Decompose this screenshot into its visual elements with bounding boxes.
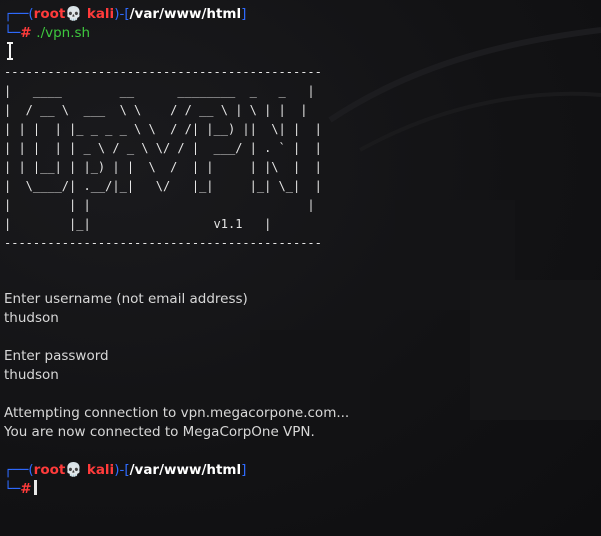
prompt-line-top: ┌──(root💀 kali)-[/var/www/html]: [4, 5, 246, 24]
prompt-frame: ┌──(: [4, 462, 34, 478]
prompt-hash: #: [20, 25, 37, 41]
prompt-path: /var/www/html: [129, 6, 242, 22]
password-prompt: Enter password: [4, 348, 109, 364]
terminal-cursor[interactable]: [33, 480, 37, 495]
banner-line: ----------------------------------------…: [4, 65, 322, 79]
connection-attempt-message: Attempting connection to vpn.megacorpone…: [4, 405, 350, 421]
prompt-frame: ]: [241, 462, 247, 478]
text-cursor-icon: [7, 42, 13, 60]
prompt-host: kali: [82, 6, 115, 22]
banner-line: | |_| v1.1 |: [4, 217, 272, 231]
banner-line: ----------------------------------------…: [4, 236, 322, 250]
prompt-hash: #: [20, 481, 32, 497]
prompt-frame: └─: [4, 481, 21, 497]
command-text: ./vpn.sh: [36, 25, 91, 41]
username-prompt: Enter username (not email address): [4, 291, 248, 307]
banner-line: | | | |: [4, 198, 315, 212]
prompt-frame: ┌──(: [4, 6, 34, 22]
prompt-frame: )-[: [114, 6, 130, 22]
banner-line: | | | | | _ \ / _ \ \/ / | ___/ | . ` | …: [4, 141, 322, 155]
password-value: thudson: [4, 367, 59, 383]
prompt-frame: ]: [241, 6, 247, 22]
prompt-frame: )-[: [114, 462, 130, 478]
banner-line: | / __ \ ___ \ \ / / __ \ | \ | | |: [4, 103, 308, 117]
skull-icon: 💀: [65, 6, 83, 22]
prompt-line-bottom: └─# ./vpn.sh: [4, 24, 90, 43]
banner-line: | ____ __ ________ _ _ |: [4, 84, 315, 98]
prompt-frame: └─: [4, 25, 21, 41]
prompt-line-bottom[interactable]: └─#: [4, 480, 37, 499]
banner-line: | | |__| | |_) | | \ / | | | |\ | |: [4, 160, 322, 174]
prompt-path: /var/www/html: [129, 462, 242, 478]
skull-icon: 💀: [65, 462, 83, 478]
banner-line: | \____/| .__/|_| \/ |_| |_| \_| |: [4, 179, 322, 193]
banner-line: | | | | |_ _ _ _ \ \ / /| |__) || \| | |: [4, 122, 322, 136]
prompt-user: root: [33, 6, 66, 22]
username-value: thudson: [4, 310, 59, 326]
connection-success-message: You are now connected to MegaCorpOne VPN…: [4, 424, 315, 440]
prompt-user: root: [33, 462, 66, 478]
prompt-line-top: ┌──(root💀 kali)-[/var/www/html]: [4, 461, 246, 480]
prompt-host: kali: [82, 462, 115, 478]
terminal-window[interactable]: ┌──(root💀 kali)-[/var/www/html] └─# ./vp…: [0, 0, 601, 536]
